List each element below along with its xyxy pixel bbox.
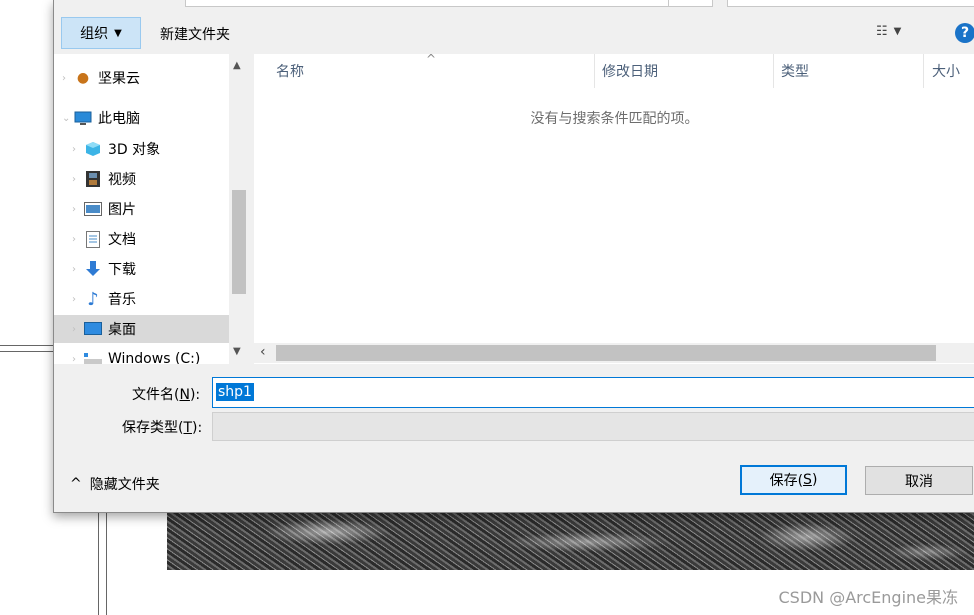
search-input[interactable] bbox=[727, 0, 974, 7]
hide-folders-label: 隐藏文件夹 bbox=[89, 477, 160, 493]
filename-label-text: 文件名( bbox=[132, 387, 180, 403]
save-label-end: ) bbox=[811, 472, 818, 488]
refresh-button[interactable] bbox=[668, 0, 711, 6]
chevron-right-icon[interactable]: › bbox=[72, 264, 84, 275]
nav-item-pictures[interactable]: › 图片 bbox=[54, 195, 229, 223]
nav-item-downloads[interactable]: › 下载 bbox=[54, 255, 229, 283]
background-line bbox=[0, 351, 60, 352]
column-header-name[interactable]: 名称 bbox=[276, 54, 304, 88]
nav-scrollbar[interactable]: ▲ ▼ bbox=[229, 54, 249, 364]
filename-label: 文件名(N): bbox=[132, 384, 200, 404]
filetype-label-text: 保存类型( bbox=[122, 420, 184, 436]
horizontal-scrollbar[interactable]: ‹ bbox=[254, 343, 974, 363]
filetype-label: 保存类型(T): bbox=[122, 417, 202, 437]
help-icon[interactable]: ? bbox=[955, 23, 974, 43]
organize-button[interactable]: 组织 ▼ bbox=[61, 17, 141, 49]
address-bar[interactable] bbox=[185, 0, 713, 7]
file-list: ^ 名称 修改日期 类型 大小 没有与搜索条件匹配的项。 bbox=[254, 52, 974, 364]
music-icon: ♪ bbox=[87, 288, 99, 310]
computer-icon bbox=[74, 110, 92, 126]
chevron-right-icon[interactable]: › bbox=[72, 294, 84, 305]
nav-item-label: Windows (C:) bbox=[108, 351, 201, 364]
chevron-right-icon[interactable]: › bbox=[72, 204, 84, 215]
download-icon bbox=[84, 261, 102, 277]
view-options-button[interactable]: ☷ ▼ bbox=[876, 24, 901, 39]
chevron-down-icon: ▼ bbox=[893, 26, 902, 37]
watermark: CSDN @ArcEngine果冻 bbox=[778, 588, 958, 607]
nut-icon: ● bbox=[76, 70, 90, 86]
filename-accel-key: N bbox=[179, 387, 190, 403]
cancel-button[interactable]: 取消 bbox=[865, 466, 973, 495]
nav-item-3d-objects[interactable]: › 3D 对象 bbox=[54, 135, 229, 163]
nav-item-windows-c[interactable]: › Windows (C:) bbox=[54, 345, 229, 364]
organize-label: 组织 bbox=[80, 26, 109, 42]
scroll-thumb[interactable] bbox=[276, 345, 936, 361]
nav-item-label: 下载 bbox=[108, 262, 136, 278]
column-header-type[interactable]: 类型 bbox=[781, 54, 809, 88]
nav-item-videos[interactable]: › 视频 bbox=[54, 165, 229, 193]
save-label: 保存( bbox=[769, 473, 804, 489]
nav-item-documents[interactable]: › 文档 bbox=[54, 225, 229, 253]
chevron-up-icon: ^ bbox=[70, 476, 82, 492]
nav-item-label: 视频 bbox=[108, 172, 136, 188]
chevron-down-icon: ▼ bbox=[114, 27, 122, 39]
save-accel-key: S bbox=[803, 472, 812, 488]
new-folder-button[interactable]: 新建文件夹 bbox=[160, 24, 230, 44]
address-bar-area bbox=[54, 0, 974, 10]
nav-item-label: 图片 bbox=[108, 202, 136, 218]
nav-item-label: 此电脑 bbox=[98, 111, 140, 127]
details-view-icon: ☷ bbox=[876, 24, 888, 39]
scroll-up-icon[interactable]: ▲ bbox=[233, 60, 241, 71]
picture-icon bbox=[84, 201, 102, 217]
scroll-down-icon[interactable]: ▼ bbox=[233, 346, 241, 357]
background-line bbox=[106, 512, 107, 615]
filetype-select[interactable] bbox=[212, 412, 974, 441]
chevron-down-icon[interactable]: ⌄ bbox=[62, 113, 74, 124]
column-divider[interactable] bbox=[773, 54, 774, 88]
column-divider[interactable] bbox=[594, 54, 595, 88]
satellite-image bbox=[167, 512, 974, 570]
chevron-right-icon[interactable]: › bbox=[72, 234, 84, 245]
chevron-right-icon[interactable]: › bbox=[62, 73, 74, 84]
nav-item-desktop[interactable]: › 桌面 bbox=[54, 315, 229, 343]
filetype-accel-key: T bbox=[183, 420, 193, 436]
desktop-icon bbox=[84, 321, 102, 337]
save-dialog: 组织 ▼ 新建文件夹 ☷ ▼ ? › ● 坚果云 ⌄ 此电脑 › 3D 对象 ›… bbox=[53, 0, 974, 513]
nav-item-this-pc[interactable]: ⌄ 此电脑 bbox=[54, 104, 229, 132]
navigation-pane: › ● 坚果云 ⌄ 此电脑 › 3D 对象 › 视频 › 图片 › 文档 › 下… bbox=[54, 54, 229, 364]
scroll-left-icon[interactable]: ‹ bbox=[260, 344, 266, 360]
filename-label-end: ): bbox=[189, 387, 201, 403]
chevron-right-icon[interactable]: › bbox=[72, 174, 84, 185]
chevron-right-icon[interactable]: › bbox=[72, 144, 84, 155]
scroll-thumb[interactable] bbox=[232, 190, 246, 294]
filename-value: shp1 bbox=[216, 383, 254, 401]
nav-item-nutstore[interactable]: › ● 坚果云 bbox=[54, 64, 229, 92]
background-line bbox=[98, 512, 99, 615]
nav-item-label: 坚果云 bbox=[98, 71, 140, 87]
hide-folders-toggle[interactable]: ^ 隐藏文件夹 bbox=[70, 474, 160, 494]
nav-item-label: 音乐 bbox=[108, 292, 136, 308]
column-header-size[interactable]: 大小 bbox=[932, 54, 960, 88]
column-divider[interactable] bbox=[923, 54, 924, 88]
sort-ascending-icon: ^ bbox=[426, 52, 437, 66]
save-button[interactable]: 保存(S) bbox=[740, 465, 847, 495]
column-header-modified[interactable]: 修改日期 bbox=[602, 54, 658, 88]
filename-input[interactable]: shp1 bbox=[212, 377, 974, 408]
background-line bbox=[0, 345, 60, 346]
empty-message: 没有与搜索条件匹配的项。 bbox=[530, 111, 699, 127]
filetype-label-end: ): bbox=[192, 420, 203, 436]
nav-item-label: 文档 bbox=[108, 232, 136, 248]
drive-icon bbox=[84, 351, 102, 364]
cube-icon bbox=[84, 141, 102, 157]
toolbar: 组织 ▼ 新建文件夹 ☷ ▼ ? bbox=[54, 16, 974, 52]
nav-item-label: 3D 对象 bbox=[108, 142, 161, 158]
film-icon bbox=[84, 171, 102, 187]
nav-item-label: 桌面 bbox=[108, 322, 136, 338]
chevron-right-icon[interactable]: › bbox=[72, 324, 84, 335]
chevron-right-icon[interactable]: › bbox=[72, 354, 84, 365]
document-icon bbox=[84, 230, 102, 248]
nav-item-music[interactable]: › ♪ 音乐 bbox=[54, 285, 229, 313]
